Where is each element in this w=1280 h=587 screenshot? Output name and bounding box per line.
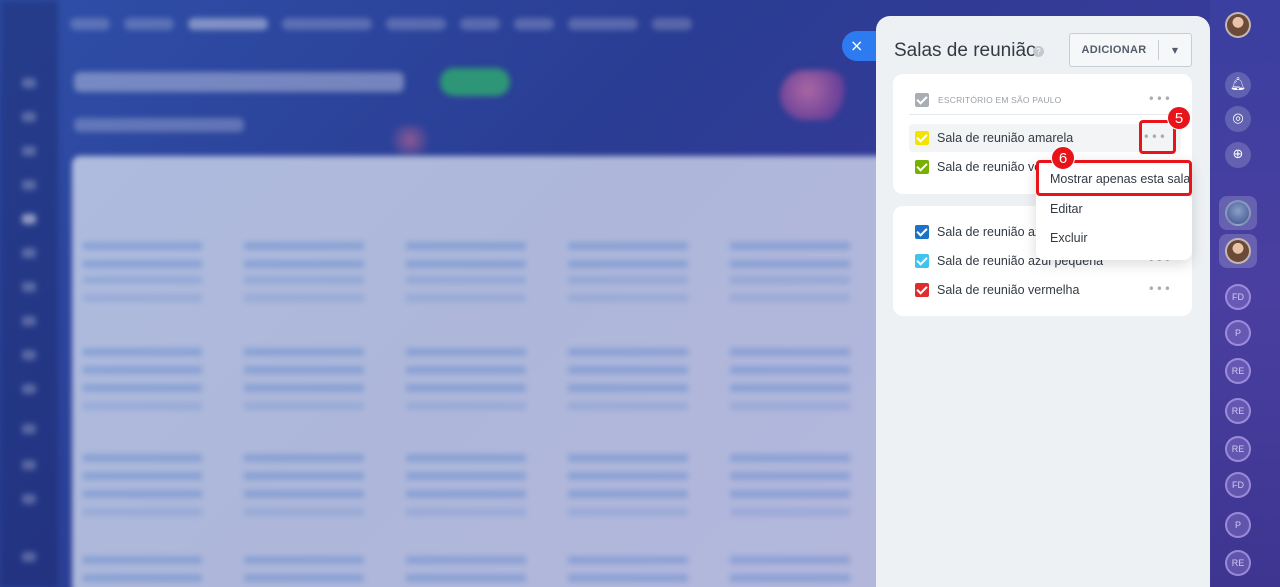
menu-item-delete[interactable]: Excluir: [1050, 231, 1088, 245]
left-nav-icon: [22, 424, 36, 434]
room-label: Sala de reunião ver: [937, 160, 1046, 174]
step-badge-5: 5: [1167, 106, 1191, 130]
bell-icon[interactable]: 🔔︎: [1225, 72, 1251, 98]
search-chat-icon[interactable]: ⊕: [1225, 142, 1251, 168]
left-nav-icon: [22, 384, 36, 394]
contact-initials[interactable]: RE: [1225, 358, 1251, 384]
section-label: ESCRITÓRIO EM SÃO PAULO: [938, 95, 1062, 105]
subtitle-blurred: [74, 118, 244, 132]
left-nav-icon: [22, 146, 36, 156]
top-nav-blurred: [70, 18, 692, 38]
decoration-blurred: [385, 125, 435, 155]
left-nav-icon: [22, 460, 36, 470]
checkbox[interactable]: [915, 254, 929, 268]
contact-initials[interactable]: RE: [1225, 436, 1251, 462]
contact-initials[interactable]: FD: [1225, 472, 1251, 498]
user-avatar[interactable]: [1225, 12, 1251, 38]
checkbox[interactable]: [915, 93, 929, 107]
close-icon: ×: [850, 36, 864, 55]
left-nav-icon: [22, 552, 36, 562]
left-nav-icon: [22, 180, 36, 190]
left-nav-icon: [22, 248, 36, 258]
left-nav-icon: [22, 78, 36, 88]
add-button-label: ADICIONAR: [1081, 44, 1147, 56]
more-icon[interactable]: •••: [1148, 93, 1172, 105]
green-button-blurred: [440, 68, 510, 96]
room-label: Sala de reunião azu: [937, 225, 1049, 239]
checkbox[interactable]: [915, 283, 929, 297]
divider: [909, 114, 1180, 115]
contact-avatar[interactable]: [1225, 200, 1251, 226]
checkbox[interactable]: [915, 160, 929, 174]
panel-title: Salas de reunião: [894, 40, 1037, 61]
contact-initials[interactable]: P: [1225, 512, 1251, 538]
add-button[interactable]: ADICIONAR ▼: [1069, 33, 1192, 67]
decoration-blurred: [780, 70, 850, 120]
contact-initials[interactable]: P: [1225, 320, 1251, 346]
page-title-blurred: [74, 72, 404, 92]
contact-initials[interactable]: RE: [1225, 550, 1251, 576]
left-nav-icon: [22, 112, 36, 122]
meeting-rooms-panel: Salas de reunião ? ADICIONAR ▼ ESCRITÓRI…: [876, 16, 1210, 587]
contact-avatar[interactable]: [1225, 238, 1251, 264]
left-nav-icon: [22, 494, 36, 504]
pulse-icon[interactable]: ◎: [1225, 106, 1251, 132]
calendar-grid-blurred: [72, 156, 892, 587]
help-icon[interactable]: ?: [1033, 46, 1044, 57]
room-label: Sala de reunião vermelha: [937, 283, 1080, 297]
more-icon[interactable]: •••: [1148, 283, 1172, 295]
chevron-down-icon[interactable]: ▼: [1159, 46, 1191, 55]
left-nav-icon: [22, 214, 36, 224]
left-nav-icon: [22, 350, 36, 360]
left-nav-icon: [22, 316, 36, 326]
room-label: Sala de reunião amarela: [937, 131, 1074, 145]
section-header: ESCRITÓRIO EM SÃO PAULO •••: [915, 86, 1180, 114]
contact-initials[interactable]: RE: [1225, 398, 1251, 424]
menu-item-edit[interactable]: Editar: [1050, 202, 1083, 216]
left-nav-icon: [22, 282, 36, 292]
checkbox[interactable]: [915, 225, 929, 239]
left-nav-blurred: [0, 0, 58, 587]
checkbox[interactable]: [915, 131, 929, 145]
step-badge-6: 6: [1051, 146, 1075, 170]
contact-initials[interactable]: FD: [1225, 284, 1251, 310]
room-item[interactable]: Sala de reunião vermelha •••: [915, 276, 1180, 304]
